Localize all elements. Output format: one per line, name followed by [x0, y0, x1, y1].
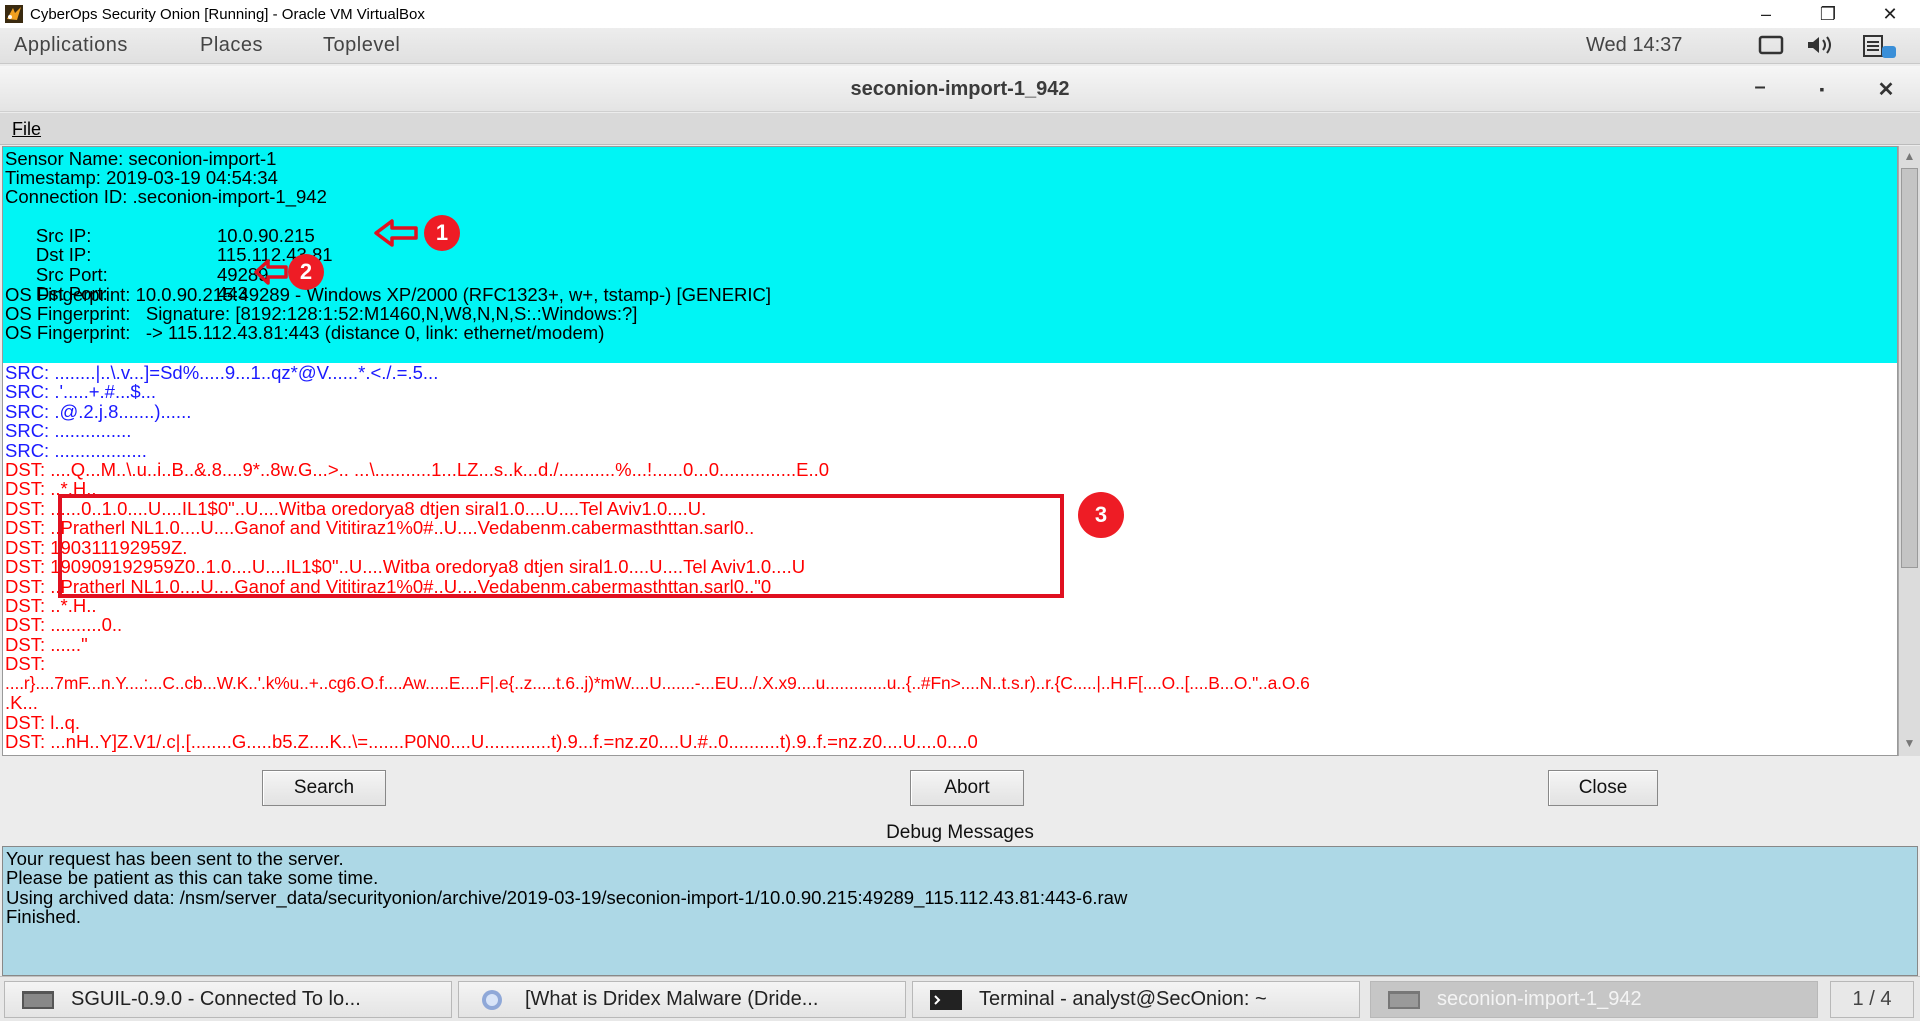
session-header: Sensor Name: seconion-import-1 Timestamp…: [3, 147, 1897, 363]
scroll-down-icon[interactable]: ▼: [1902, 736, 1917, 751]
window-minimize-button[interactable]: –: [1740, 72, 1780, 102]
transcript-line: SRC: ..................: [5, 440, 147, 461]
virtualbox-window-title: CyberOps Security Onion [Running] - Orac…: [30, 5, 425, 23]
top-panel: Applications Places Toplevel Wed 14:37: [0, 28, 1920, 64]
transcript-line: SRC: .'.....+.#...$...: [5, 381, 157, 402]
menu-applications[interactable]: Applications: [14, 34, 128, 57]
bottom-taskbar: SGUIL-0.9.0 - Connected To lo... [What i…: [0, 976, 1920, 1021]
annotation-callout-3: 3: [1078, 492, 1124, 538]
scroll-up-icon[interactable]: ▲: [1902, 149, 1917, 164]
annotation-callout-1: 1: [424, 215, 460, 251]
debug-messages-title: Debug Messages: [886, 822, 1034, 843]
debug-line: Finished.: [6, 906, 82, 927]
virtualbox-app-icon: [5, 5, 23, 23]
taskbar-item-label: Terminal - analyst@SecOnion: ~: [979, 988, 1267, 1010]
annotation-highlight-box: [58, 494, 1064, 598]
sguil-window-icon: [22, 990, 54, 1009]
menu-toplevel[interactable]: Toplevel: [323, 34, 400, 57]
debug-line: Your request has been sent to the server…: [6, 848, 344, 869]
transcript-pane[interactable]: Sensor Name: seconion-import-1 Timestamp…: [2, 146, 1898, 756]
window-close-button[interactable]: ✕: [1866, 74, 1906, 104]
vbox-restore-button[interactable]: ❐: [1798, 0, 1858, 28]
volume-icon[interactable]: [1806, 34, 1836, 56]
connection-id: Connection ID: .seconion-import-1_942: [5, 186, 327, 207]
transcript-line: DST:: [5, 653, 46, 674]
transcript-line: DST: ......": [5, 634, 88, 655]
workspace-pager[interactable]: 1 / 4: [1830, 981, 1914, 1018]
annotation-arrow-2-icon: [254, 259, 288, 285]
taskbar-item-label: seconion-import-1_942: [1437, 988, 1642, 1010]
transcript-window-title: seconion-import-1_942: [850, 78, 1070, 100]
transcript-line: .K...: [5, 692, 38, 713]
panel-clock[interactable]: Wed 14:37: [1586, 34, 1682, 57]
transcript-line: SRC: ........|..\.v...]=Sd%.....9...1..q…: [5, 362, 439, 383]
search-button[interactable]: Search: [262, 770, 386, 806]
debug-line: Please be patient as this can take some …: [6, 867, 379, 888]
taskbar-item-sguil[interactable]: SGUIL-0.9.0 - Connected To lo...: [4, 981, 452, 1018]
transcript-line: DST: ..........0..: [5, 614, 123, 635]
window-maximize-button[interactable]: ▪: [1802, 74, 1842, 104]
annotation-callout-2: 2: [288, 254, 324, 290]
menu-places[interactable]: Places: [200, 34, 263, 57]
taskbar-item-browser[interactable]: [What is Dridex Malware (Dride...: [458, 981, 906, 1018]
abort-button[interactable]: Abort: [910, 770, 1024, 806]
taskbar-item-terminal[interactable]: Terminal - analyst@SecOnion: ~: [912, 981, 1360, 1018]
os-fingerprint-2: OS Fingerprint: Signature: [8192:128:1:5…: [5, 303, 638, 324]
menu-file[interactable]: File: [12, 119, 41, 140]
os-fingerprint-1: OS Fingerprint: 10.0.90.215:49289 - Wind…: [5, 284, 772, 305]
timestamp: Timestamp: 2019-03-19 04:54:34: [5, 167, 278, 188]
transcript-line: DST: l..q.: [5, 712, 81, 733]
close-button[interactable]: Close: [1548, 770, 1658, 806]
taskbar-item-transcript[interactable]: seconion-import-1_942: [1370, 981, 1818, 1018]
screen-icon[interactable]: [1758, 34, 1784, 56]
taskbar-item-label: [What is Dridex Malware (Dride...: [525, 988, 819, 1010]
transcript-line: DST: ....Q...M..\.u..i..B..&.8....9*..8w…: [5, 459, 830, 480]
virtualbox-titlebar: CyberOps Security Onion [Running] - Orac…: [0, 0, 1920, 28]
transcript-line: SRC: .@.2.j.8.......)......: [5, 401, 192, 422]
notes-icon[interactable]: [1862, 34, 1902, 60]
os-fingerprint-3: OS Fingerprint: -> 115.112.43.81:443 (di…: [5, 322, 605, 343]
vbox-close-button[interactable]: ✕: [1860, 0, 1920, 28]
taskbar-item-label: SGUIL-0.9.0 - Connected To lo...: [71, 988, 361, 1010]
transcript-line: SRC: ...............: [5, 420, 132, 441]
transcript-scrollbar[interactable]: ▲ ▼: [1898, 146, 1920, 756]
menubar: File: [0, 113, 1920, 145]
transcript-line: DST: ...nH..Y]Z.V1/.c|.[........G.....b5…: [5, 731, 978, 752]
sensor-name: Sensor Name: seconion-import-1: [5, 148, 277, 169]
debug-messages-pane[interactable]: Your request has been sent to the server…: [2, 846, 1918, 976]
terminal-icon: [930, 989, 962, 1010]
transcript-line: ....r}....7mF...n.Y....:...C..cb...W.K..…: [5, 673, 1310, 693]
transcript-line: DST: ..*.H..: [5, 595, 97, 616]
annotation-arrow-1-icon: [374, 219, 418, 247]
debug-line: Using archived data: /nsm/server_data/se…: [6, 887, 1128, 908]
browser-globe-icon: [482, 989, 502, 1010]
scrollbar-thumb[interactable]: [1901, 168, 1918, 568]
transcript-window-icon: [1388, 990, 1420, 1009]
vbox-minimize-button[interactable]: –: [1736, 0, 1796, 28]
transcript-window-titlebar: seconion-import-1_942 – ▪ ✕: [0, 66, 1920, 112]
